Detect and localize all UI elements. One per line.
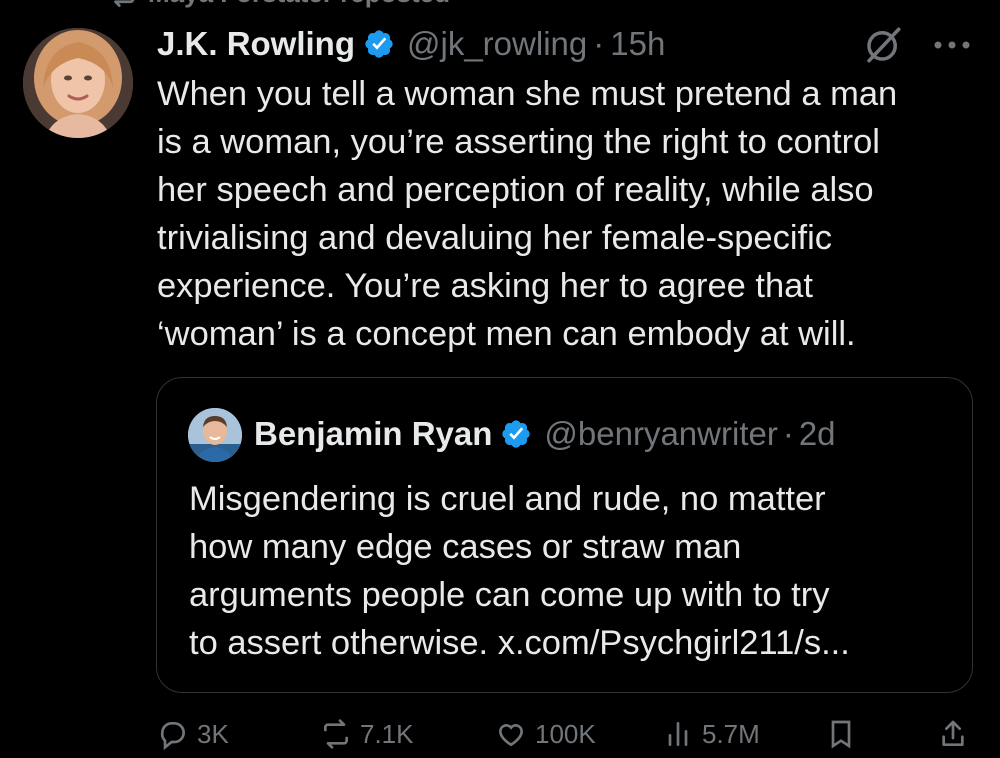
avatar-photo: [188, 408, 242, 462]
more-options-icon[interactable]: [930, 32, 974, 58]
repost-label: Maya Forstater reposted: [148, 0, 450, 9]
like-count: 100K: [535, 718, 596, 749]
repost-icon: [324, 719, 348, 749]
view-count: 5.7M: [702, 718, 760, 749]
views-button[interactable]: 5.7M: [662, 718, 760, 750]
tweet-header: J.K. Rowling @jk_rowling · 15h: [157, 22, 665, 66]
action-bar: 3K 7.1K 100K 5.7M: [157, 718, 977, 758]
quoted-author-handle[interactable]: @benryanwriter: [544, 415, 777, 453]
reply-icon: [160, 722, 185, 750]
quoted-author-avatar[interactable]: [188, 408, 242, 462]
author-name[interactable]: J.K. Rowling: [157, 25, 355, 63]
repost-indicator[interactable]: Maya Forstater reposted: [108, 0, 450, 8]
repost-button[interactable]: 7.1K: [320, 718, 414, 750]
quoted-tweet-timestamp[interactable]: 2d: [799, 415, 836, 453]
like-button[interactable]: 100K: [495, 718, 596, 750]
quoted-tweet-header: Benjamin Ryan @benryanwriter · 2d: [254, 412, 836, 456]
reply-count: 3K: [197, 718, 229, 749]
reply-button[interactable]: 3K: [157, 718, 229, 750]
author-handle[interactable]: @jk_rowling: [407, 25, 587, 63]
bookmark-icon: [831, 720, 851, 749]
grok-icon[interactable]: [862, 24, 904, 66]
views-icon: [668, 722, 688, 746]
repost-icon: [114, 0, 135, 7]
author-avatar[interactable]: [23, 28, 133, 138]
quoted-author-name[interactable]: Benjamin Ryan: [254, 415, 492, 453]
bookmark-button[interactable]: [825, 718, 857, 750]
heart-icon: [498, 724, 524, 747]
header-separator: ·: [593, 25, 605, 62]
share-button[interactable]: [937, 718, 969, 750]
verified-badge-icon[interactable]: [500, 418, 532, 450]
verified-badge-icon[interactable]: [363, 28, 395, 60]
share-icon: [942, 720, 964, 746]
quoted-tweet-card[interactable]: Benjamin Ryan @benryanwriter · 2d Misgen…: [156, 377, 973, 693]
quoted-header-separator: ·: [782, 415, 794, 452]
avatar-photo: [23, 28, 133, 138]
repost-count: 7.1K: [360, 718, 414, 749]
tweet-timestamp[interactable]: 15h: [610, 25, 665, 63]
tweet-text: When you tell a woman she must pretend a…: [157, 75, 898, 353]
quoted-tweet-text: Misgendering is cruel and rude, no matte…: [189, 480, 850, 662]
